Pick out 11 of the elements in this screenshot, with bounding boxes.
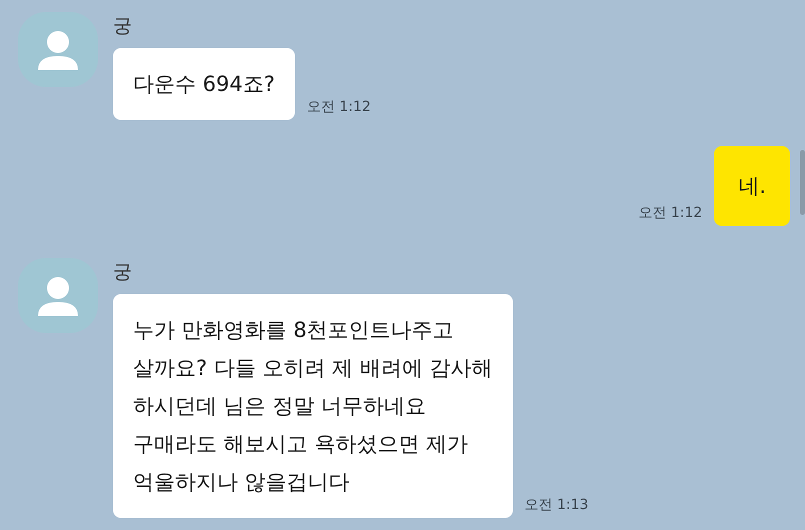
avatar-icon	[18, 258, 98, 333]
message-bubble: 다운수 694죠?	[113, 48, 295, 120]
message-time: 오전 1:13	[524, 496, 588, 514]
avatar-icon	[18, 12, 98, 87]
scrollbar[interactable]	[800, 150, 805, 215]
sender-name: 궁	[113, 14, 133, 38]
message-time: 오전 1:12	[306, 98, 371, 116]
message-time: 오전 1:12	[638, 204, 702, 222]
message-bubble: 누가 만화영화를 8천포인트나주고 살까요? 다들 오히려 제 배려에 감사해 하시던데 님은 정말 너무하네요 구매라도 해보시고 욕하셨으면 제가 억울하지나 않을겁니다	[113, 294, 513, 518]
message-bubble: 네.	[714, 146, 790, 226]
sender-name: 궁	[113, 260, 133, 284]
